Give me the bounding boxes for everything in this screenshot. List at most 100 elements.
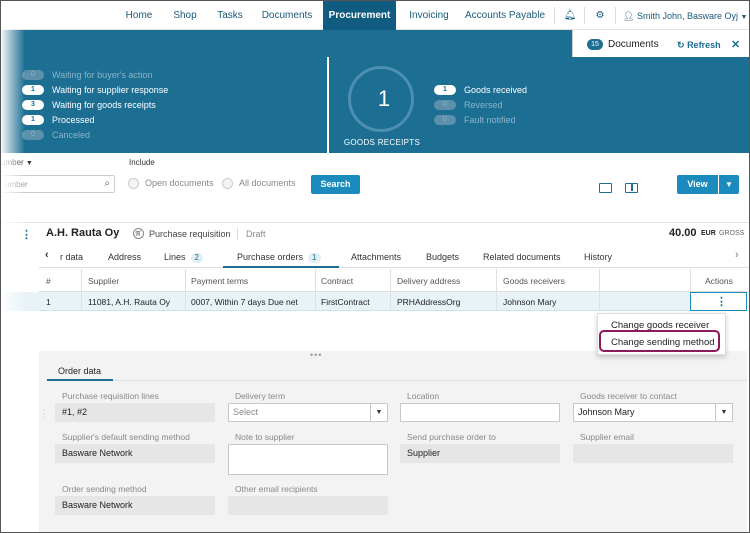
tab-related-documents[interactable]: Related documents (483, 252, 561, 262)
tab-label: Attachments (351, 252, 402, 262)
cell-supplier: 11081, A.H. Rauta Oy (88, 297, 171, 307)
active-tab-indicator (47, 379, 113, 381)
active-tab-indicator (223, 266, 339, 268)
status-label: Canceled (52, 130, 91, 140)
tab-label: Address (108, 252, 142, 262)
user-menu[interactable]: 👤︎ Smith John, Basware Oyj ▼ (623, 1, 749, 30)
open-documents-radio[interactable] (128, 178, 139, 189)
nav-divider (584, 7, 585, 24)
order-sending-method-field: Basware Network (55, 496, 215, 515)
delivery-term-value: Select (233, 407, 259, 417)
highlight-annotation (599, 330, 720, 352)
tab-order-data[interactable]: r data (60, 252, 83, 262)
tab-budgets[interactable]: Budgets (426, 252, 459, 262)
search-button[interactable]: Search (311, 175, 360, 194)
nav-shop[interactable]: Shop (166, 1, 204, 30)
app-window: Home Shop Tasks Documents Procurement In… (0, 0, 750, 533)
column-divider (185, 269, 186, 311)
column-header-goods-receivers: Goods receivers (503, 276, 565, 286)
user-name: Smith John, Basware Oyj (636, 11, 738, 21)
tabs-scroll-left-icon[interactable]: ‹ (45, 249, 49, 261)
note-to-supplier-label: Note to supplier (235, 432, 295, 442)
nav-accounts-payable[interactable]: Accounts Payable (463, 1, 547, 30)
sort-dropdown[interactable]: umber ▼ (1, 158, 33, 167)
tab-label: Purchase orders (237, 252, 304, 262)
column-divider (496, 269, 497, 311)
view-button[interactable]: View (677, 175, 718, 194)
goods-receipts-gauge[interactable]: 1 (348, 66, 414, 132)
caret-down-icon: ▼ (25, 160, 33, 167)
close-icon[interactable]: ✕ (731, 38, 740, 51)
bell-icon[interactable]: 🔔︎ (561, 1, 579, 30)
status-label: Fault notified (464, 115, 516, 125)
document-tabs: ‹ r data Address Lines 2 Purchase orders 1… (39, 246, 749, 268)
column-header-actions: Actions (705, 276, 733, 286)
tabs-scroll-right-icon[interactable]: › (735, 249, 739, 261)
cell-payment-terms: 0007, Within 7 days Due net (191, 297, 298, 307)
nav-invoicing[interactable]: Invoicing (401, 1, 457, 30)
refresh-icon: ↻ (677, 40, 685, 50)
single-pane-view-icon[interactable] (599, 183, 612, 193)
tab-history[interactable]: History (584, 252, 612, 262)
document-kebab-icon[interactable]: ⋮ (21, 228, 32, 241)
tab-label: Budgets (426, 252, 460, 262)
tab-label: r data (60, 252, 84, 262)
tab-attachments[interactable]: Attachments (351, 252, 401, 262)
drag-grip-icon[interactable]: ⋮ (39, 409, 49, 420)
document-gross: GROSS (719, 230, 745, 237)
column-header-contract: Contract (321, 276, 354, 286)
caret-down-icon: ▼ (715, 404, 732, 421)
documents-count-badge: 15 (587, 39, 603, 50)
nav-tasks[interactable]: Tasks (210, 1, 250, 30)
column-divider (315, 269, 316, 311)
other-email-field (228, 496, 388, 515)
row-gutter (1, 292, 39, 311)
refresh-button[interactable]: ↻ Refresh (677, 40, 721, 51)
status-count: 1 (22, 85, 44, 95)
caret-down-icon: ▼ (725, 180, 733, 189)
split-pane-view-icon[interactable] (625, 183, 638, 193)
gauge-value: 1 (377, 86, 391, 111)
goods-receiver-contact-select[interactable]: Johnson Mary ▼ (573, 403, 733, 422)
view-dropdown-button[interactable]: ▼ (719, 175, 739, 194)
delivery-term-label: Delivery term (235, 391, 286, 401)
documents-panel: 15 Documents ↻ Refresh ✕ (572, 30, 749, 57)
tab-address[interactable]: Address (108, 252, 141, 262)
goods-receipts-dashboard: 1 GOODS RECEIPTS 1 Goods received 0 Reve… (329, 57, 749, 153)
nav-home[interactable]: Home (118, 1, 160, 30)
search-placeholder: umber (5, 180, 28, 189)
include-label: Include (129, 158, 155, 167)
tab-purchase-orders[interactable]: Purchase orders 1 (237, 252, 321, 263)
cell-goods-receivers: Johnson Mary (503, 297, 557, 307)
column-header-payment-terms: Payment terms (191, 276, 249, 286)
gear-icon[interactable]: ⚙ (591, 1, 609, 30)
divider (237, 228, 238, 240)
resize-handle-icon[interactable]: ••• (310, 350, 322, 360)
search-icon[interactable]: ⌕ (104, 178, 110, 189)
tab-label: Related documents (483, 252, 561, 262)
status-count: 3 (22, 100, 44, 110)
document-status: Draft (246, 229, 266, 239)
tab-label: History (584, 252, 613, 262)
document-currency: EUR (701, 230, 716, 237)
status-label: Waiting for supplier response (52, 85, 169, 95)
tab-lines[interactable]: Lines 2 (164, 252, 203, 263)
status-label: Reversed (464, 100, 503, 110)
column-divider (599, 269, 600, 311)
order-data-tabbar: Order data (48, 361, 747, 381)
search-input[interactable]: umber ⌕ (1, 175, 115, 193)
note-to-supplier-textarea[interactable] (228, 444, 388, 475)
location-input[interactable] (400, 403, 560, 422)
row-actions-button[interactable]: ⋮ (690, 292, 747, 311)
goods-receiver-contact-label: Goods receiver to contact (580, 391, 677, 401)
goods-receiver-contact-value: Johnson Mary (578, 407, 635, 417)
supplier-email-field (573, 444, 733, 463)
column-header-number: # (46, 276, 51, 286)
nav-procurement[interactable]: Procurement (323, 1, 396, 30)
delivery-term-select[interactable]: Select ▼ (228, 403, 388, 422)
tab-order-data-panel[interactable]: Order data (58, 366, 101, 376)
nav-documents[interactable]: Documents (255, 1, 319, 30)
kebab-icon: ⋮ (716, 296, 727, 308)
status-label: Waiting for buyer's action (52, 70, 153, 80)
all-documents-radio[interactable] (222, 178, 233, 189)
